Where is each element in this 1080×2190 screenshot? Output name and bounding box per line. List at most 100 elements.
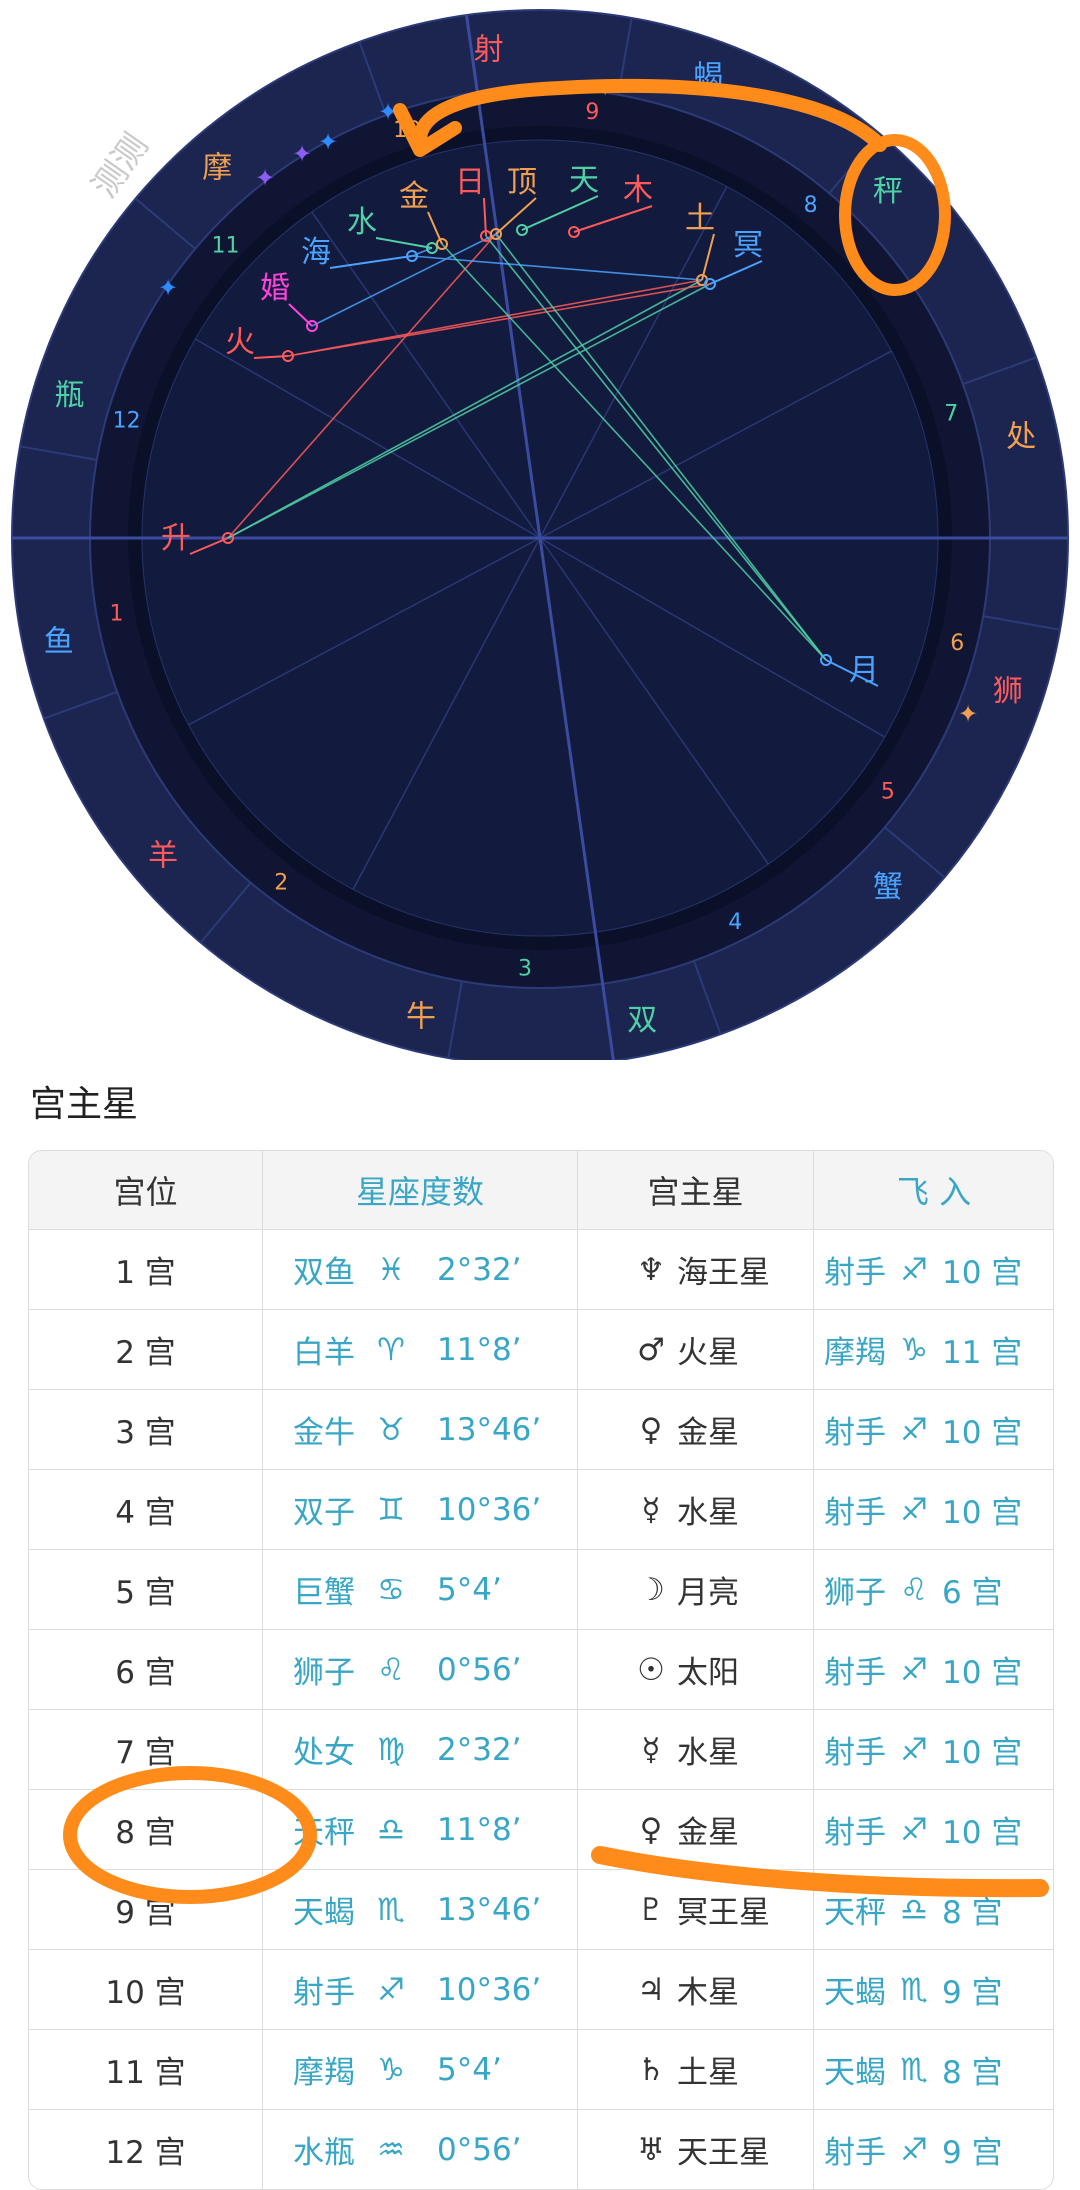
table-row[interactable]: 9 宫 天蝎 ♏ 13°46’ ♇ 冥王星 天秤 ♎ 8 宫 xyxy=(29,1869,1053,1950)
planet-label[interactable]: 海 xyxy=(301,235,331,270)
house-number-label: 3 xyxy=(518,957,532,982)
house-label: 12 宫 xyxy=(105,2135,186,2171)
sign-degree-cell: 射手 ♐ 10°36’ xyxy=(262,1949,578,2030)
house-number-label: 6 xyxy=(950,631,964,656)
table-row[interactable]: 1 宫 双鱼 ♓ 2°32’ ♆ 海王星 射手 ♐ 10 宫 xyxy=(29,1229,1053,1310)
natal-chart-wheel[interactable]: 射蝎秤处狮蟹双牛羊鱼瓶摩 123456789101112 升火婚海水金日顶天木土… xyxy=(0,0,1080,1060)
degree-value: 10°36’ xyxy=(437,1971,542,2008)
fly-into-cell: 射手 ♐ 10 宫 xyxy=(813,1789,1053,1870)
table-row[interactable]: 3 宫 金牛 ♉ 13°46’ ♀ 金星 射手 ♐ 10 宫 xyxy=(29,1389,1053,1470)
fly-house-label: 10 宫 xyxy=(942,1255,1023,1291)
ruler-cell: ♀ 金星 xyxy=(577,1789,814,1870)
planet-glyph-icon: ♅ xyxy=(637,2131,665,2168)
fly-sign-name: 天秤 xyxy=(824,1895,886,1931)
planet-label[interactable]: 火 xyxy=(225,325,255,360)
zodiac-sign-label: 蝎 xyxy=(693,60,723,95)
fly-into-cell: 天蝎 ♏ 8 宫 xyxy=(813,2029,1053,2110)
header-ruler: 宫主星 xyxy=(577,1151,814,1230)
zodiac-glyph-icon: ♒ xyxy=(377,2131,405,2168)
fly-into-cell: 射手 ♐ 10 宫 xyxy=(813,1389,1053,1470)
table-row[interactable]: 10 宫 射手 ♐ 10°36’ ♃ 木星 天蝎 ♏ 9 宫 xyxy=(29,1949,1053,2030)
fly-house-label: 9 宫 xyxy=(942,2135,1003,2171)
planet-label[interactable]: 月 xyxy=(849,653,879,688)
sparkle-icon: ✦ xyxy=(958,700,978,728)
table-row[interactable]: 2 宫 白羊 ♈ 11°8’ ♂ 火星 摩羯 ♑ 11 宫 xyxy=(29,1309,1053,1390)
fly-sign-name: 摩羯 xyxy=(824,1335,886,1371)
planet-label[interactable]: 婚 xyxy=(260,271,290,306)
house-cell: 7 宫 xyxy=(29,1709,263,1790)
zodiac-sign-label: 射 xyxy=(474,33,504,68)
zodiac-glyph-icon: ♌ xyxy=(377,1651,405,1688)
zodiac-glyph-icon: ♐ xyxy=(900,1811,928,1848)
fly-house-label: 10 宫 xyxy=(942,1415,1023,1451)
planet-label[interactable]: 金 xyxy=(399,179,429,214)
planet-label[interactable]: 天 xyxy=(569,163,599,198)
fly-sign-name: 天蝎 xyxy=(824,2055,886,2091)
zodiac-sign-label: 秤 xyxy=(873,174,903,209)
table-row[interactable]: 7 宫 处女 ♍ 2°32’ ☿ 水星 射手 ♐ 10 宫 xyxy=(29,1709,1053,1790)
ruler-planet-name: 月亮 xyxy=(677,1575,739,1611)
zodiac-glyph-icon: ♉ xyxy=(377,1411,405,1448)
sign-degree-cell: 天秤 ♎ 11°8’ xyxy=(262,1789,578,1870)
planet-label[interactable]: 木 xyxy=(623,173,653,208)
zodiac-sign-label: 瓶 xyxy=(54,378,84,413)
house-label: 10 宫 xyxy=(105,1975,186,2011)
sign-name: 天蝎 xyxy=(293,1895,355,1931)
natal-chart[interactable]: 射蝎秤处狮蟹双牛羊鱼瓶摩 1 2 3 4 5 6 7 8 9 10 11 12 升火婚海水金日顶天木土… xyxy=(0,0,1080,1060)
table-row[interactable]: 4 宫 双子 ♊ 10°36’ ☿ 水星 射手 ♐ 10 宫 xyxy=(29,1469,1053,1550)
ruler-planet-name: 水星 xyxy=(677,1735,739,1771)
house-number-label: 4 xyxy=(728,910,742,935)
house-cell: 9 宫 xyxy=(29,1869,263,1950)
planet-label[interactable]: 升 xyxy=(161,521,191,556)
sparkle-icon: ✦ xyxy=(595,74,615,102)
house-cell: 6 宫 xyxy=(29,1629,263,1710)
table-row[interactable]: 11 宫 摩羯 ♑ 5°4’ ♄ 土星 天蝎 ♏ 8 宫 xyxy=(29,2029,1053,2110)
ruler-cell: ☿ 水星 xyxy=(577,1709,814,1790)
house-label: 6 宫 xyxy=(115,1655,176,1691)
sparkle-icon: ✦ xyxy=(318,128,338,156)
sign-degree-cell: 双鱼 ♓ 2°32’ xyxy=(262,1229,578,1310)
house-cell: 2 宫 xyxy=(29,1309,263,1390)
zodiac-sign-label: 双 xyxy=(627,1003,657,1038)
planet-label[interactable]: 水 xyxy=(347,205,377,240)
table-row[interactable]: 6 宫 狮子 ♌ 0°56’ ☉ 太阳 射手 ♐ 10 宫 xyxy=(29,1629,1053,1710)
sparkle-icon: ✦ xyxy=(292,140,312,168)
table-row[interactable]: 5 宫 巨蟹 ♋ 5°4’ ☽ 月亮 狮子 ♌ 6 宫 xyxy=(29,1549,1053,1630)
ruler-cell: ☽ 月亮 xyxy=(577,1549,814,1630)
planet-glyph-icon: ♆ xyxy=(637,1251,665,1288)
planet-label[interactable]: 日 xyxy=(455,165,485,200)
sign-degree-cell: 双子 ♊ 10°36’ xyxy=(262,1469,578,1550)
table-row[interactable]: 8 宫 天秤 ♎ 11°8’ ♀ 金星 射手 ♐ 10 宫 xyxy=(29,1789,1053,1870)
sparkle-icon: ✦ xyxy=(255,164,275,192)
ruler-cell: ♀ 金星 xyxy=(577,1389,814,1470)
zodiac-glyph-icon: ♋ xyxy=(377,1571,405,1608)
zodiac-glyph-icon: ♐ xyxy=(900,1651,928,1688)
zodiac-sign-label: 羊 xyxy=(148,838,178,873)
house-label: 2 宫 xyxy=(115,1335,176,1371)
planet-label[interactable]: 冥 xyxy=(733,228,763,263)
planet-label[interactable]: 顶 xyxy=(507,165,537,200)
sign-name: 狮子 xyxy=(293,1655,355,1691)
fly-sign-name: 射手 xyxy=(824,1815,886,1851)
zodiac-glyph-icon: ♓ xyxy=(377,1251,405,1288)
house-cell: 10 宫 xyxy=(29,1949,263,2030)
sign-name: 摩羯 xyxy=(293,2055,355,2091)
sign-degree-cell: 水瓶 ♒ 0°56’ xyxy=(262,2109,578,2189)
fly-house-label: 6 宫 xyxy=(942,1575,1003,1611)
zodiac-glyph-icon: ♏ xyxy=(900,2051,928,2088)
sign-degree-cell: 狮子 ♌ 0°56’ xyxy=(262,1629,578,1710)
zodiac-glyph-icon: ♌ xyxy=(900,1571,928,1608)
fly-sign-name: 射手 xyxy=(824,1655,886,1691)
degree-value: 2°32’ xyxy=(437,1731,522,1768)
ruler-planet-name: 天王星 xyxy=(677,2135,770,2171)
ruler-cell: ♇ 冥王星 xyxy=(577,1869,814,1950)
planet-label[interactable]: 土 xyxy=(685,201,715,236)
table-row[interactable]: 12 宫 水瓶 ♒ 0°56’ ♅ 天王星 射手 ♐ 9 宫 xyxy=(29,2109,1054,2190)
fly-into-cell: 射手 ♐ 9 宫 xyxy=(814,2110,1054,2190)
fly-house-label: 10 宫 xyxy=(942,1735,1023,1771)
zodiac-sign-label: 蟹 xyxy=(873,870,903,905)
zodiac-glyph-icon: ♍ xyxy=(377,1731,405,1768)
degree-value: 5°4’ xyxy=(437,1571,502,1608)
zodiac-sign-label: 处 xyxy=(1006,420,1036,455)
sign-degree-cell: 巨蟹 ♋ 5°4’ xyxy=(262,1549,578,1630)
